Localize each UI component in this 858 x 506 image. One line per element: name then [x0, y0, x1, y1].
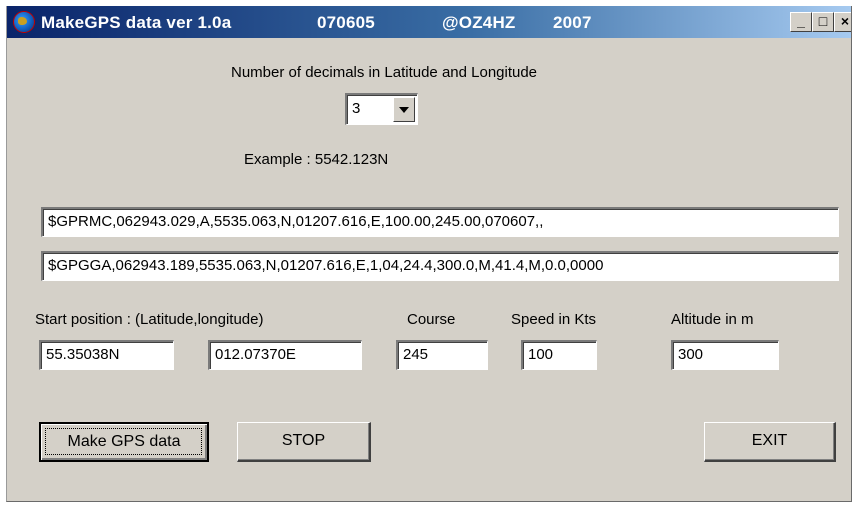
- exit-button[interactable]: EXIT: [704, 422, 836, 462]
- altitude-field[interactable]: 300: [671, 340, 779, 370]
- gprmc-field[interactable]: $GPRMC,062943.029,A,5535.063,N,01207.616…: [41, 207, 839, 237]
- maximize-button[interactable]: □: [812, 12, 834, 32]
- stop-label: STOP: [281, 432, 326, 449]
- course-field[interactable]: 245: [396, 340, 488, 370]
- altitude-label: Altitude in m: [671, 311, 754, 328]
- make-gps-data-button[interactable]: Make GPS data: [39, 422, 209, 462]
- decimals-select-value: 3: [352, 100, 361, 117]
- window-title: MakeGPS data ver 1.0a: [41, 13, 232, 32]
- close-button[interactable]: ×: [834, 12, 851, 32]
- title-year: 2007: [553, 13, 592, 32]
- app-window: MakeGPS data ver 1.0a 070605 @OZ4HZ 2007…: [6, 6, 852, 502]
- chevron-down-icon[interactable]: [393, 97, 415, 122]
- decimals-select[interactable]: 3: [345, 93, 418, 125]
- speed-label: Speed in Kts: [511, 311, 597, 328]
- speed-field[interactable]: 100: [521, 340, 597, 370]
- globe-icon[interactable]: [13, 11, 35, 33]
- maximize-icon: □: [818, 13, 828, 29]
- minimize-button[interactable]: _: [790, 12, 812, 32]
- decimals-label: Number of decimals in Latitude and Longi…: [231, 64, 538, 81]
- stop-button[interactable]: STOP: [237, 422, 371, 462]
- title-bar[interactable]: MakeGPS data ver 1.0a 070605 @OZ4HZ 2007…: [7, 6, 851, 38]
- title-date: 070605: [317, 13, 375, 32]
- start-position-label: Start position : (Latitude,longitude): [35, 311, 264, 328]
- title-author: @OZ4HZ: [442, 13, 516, 32]
- latitude-field[interactable]: 55.35038N: [39, 340, 174, 370]
- decimals-example: Example : 5542.123N: [244, 151, 389, 168]
- longitude-field[interactable]: 012.07370E: [208, 340, 362, 370]
- course-label: Course: [407, 311, 456, 328]
- exit-label: EXIT: [751, 432, 788, 449]
- close-icon: ×: [840, 13, 850, 29]
- gpgga-field[interactable]: $GPGGA,062943.189,5535.063,N,01207.616,E…: [41, 251, 839, 281]
- focus-rectangle: [45, 428, 202, 455]
- minimize-icon: _: [797, 13, 805, 29]
